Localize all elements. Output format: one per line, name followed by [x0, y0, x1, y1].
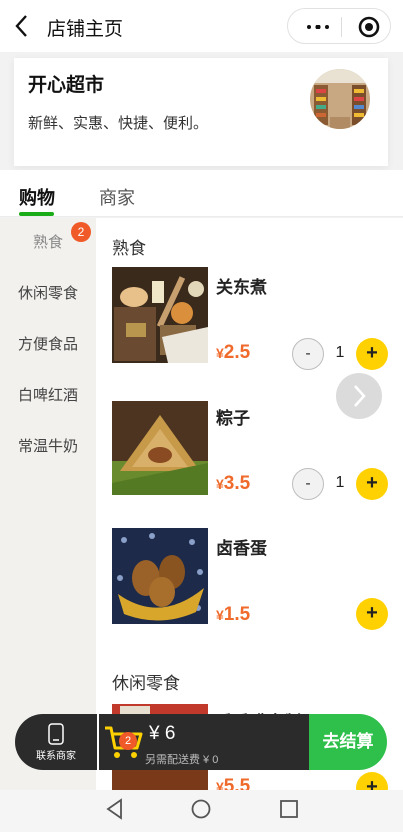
store-card: 开心超市 新鲜、实惠、快捷、便利。: [14, 58, 388, 166]
delivery-fee-note: 另需配送费 ¥ 0: [145, 754, 219, 766]
store-name: 开心超市: [28, 75, 105, 96]
more-dots-icon[interactable]: [306, 25, 330, 29]
sidebar-item-instant-food[interactable]: 方便食品: [0, 320, 96, 370]
recents-square-icon[interactable]: [279, 798, 299, 820]
product-image-marinated-egg[interactable]: [112, 528, 208, 624]
system-navigation-bar: [0, 790, 403, 832]
category-count-badge: 2: [71, 222, 91, 242]
product-image-oden[interactable]: [112, 267, 208, 363]
contact-merchant-button[interactable]: 联系商家: [15, 714, 97, 770]
product-image-zongzi[interactable]: [112, 401, 208, 495]
home-circle-icon[interactable]: [190, 798, 212, 820]
tab-shopping[interactable]: 购物: [19, 184, 55, 210]
product-price: ¥2.5: [216, 342, 251, 363]
top-navbar: 店铺主页: [0, 0, 403, 52]
quantity-value: 1: [335, 344, 345, 361]
add-to-cart-button[interactable]: +: [356, 468, 388, 500]
page-title: 店铺主页: [47, 19, 124, 40]
product-price: ¥1.5: [216, 604, 251, 625]
contact-merchant-label: 联系商家: [36, 751, 76, 762]
cart-total: ¥ 6: [149, 723, 176, 744]
mini-program-capsule: [287, 8, 391, 44]
target-circle-icon[interactable]: [358, 16, 380, 38]
section-title-snacks: 休闲零食: [112, 674, 180, 693]
sidebar-item-beer-wine[interactable]: 白啤红酒: [0, 371, 96, 421]
cart-count-badge: 2: [119, 732, 137, 750]
product-name: 卤香蛋: [216, 539, 267, 558]
active-tab-indicator: [19, 212, 54, 216]
tab-merchant[interactable]: 商家: [99, 184, 135, 210]
store-photo: [310, 69, 370, 129]
product-name: 关东煮: [216, 278, 267, 297]
product-name: 粽子: [216, 409, 250, 428]
cart-bar[interactable]: 2 ¥ 6 另需配送费 ¥ 0: [99, 714, 309, 770]
phone-icon: [48, 723, 64, 745]
add-to-cart-button[interactable]: +: [356, 338, 388, 370]
store-description: 新鲜、实惠、快捷、便利。: [28, 115, 209, 132]
capsule-divider: [341, 17, 342, 37]
product-price: ¥3.5: [216, 473, 251, 494]
quantity-value: 1: [335, 474, 345, 491]
sidebar-item-milk[interactable]: 常温牛奶: [0, 422, 96, 472]
chevron-left-icon[interactable]: [10, 12, 34, 40]
checkout-button[interactable]: 去结算: [309, 714, 387, 770]
section-title-cooked-food: 熟食: [112, 239, 146, 258]
chevron-right-icon[interactable]: [336, 373, 382, 419]
decrease-quantity-button[interactable]: -: [292, 338, 324, 370]
add-to-cart-button[interactable]: +: [356, 598, 388, 630]
sidebar-item-snacks[interactable]: 休闲零食: [0, 269, 96, 319]
back-triangle-icon[interactable]: [105, 798, 123, 820]
decrease-quantity-button[interactable]: -: [292, 468, 324, 500]
tab-bar: 购物 商家: [0, 170, 403, 217]
